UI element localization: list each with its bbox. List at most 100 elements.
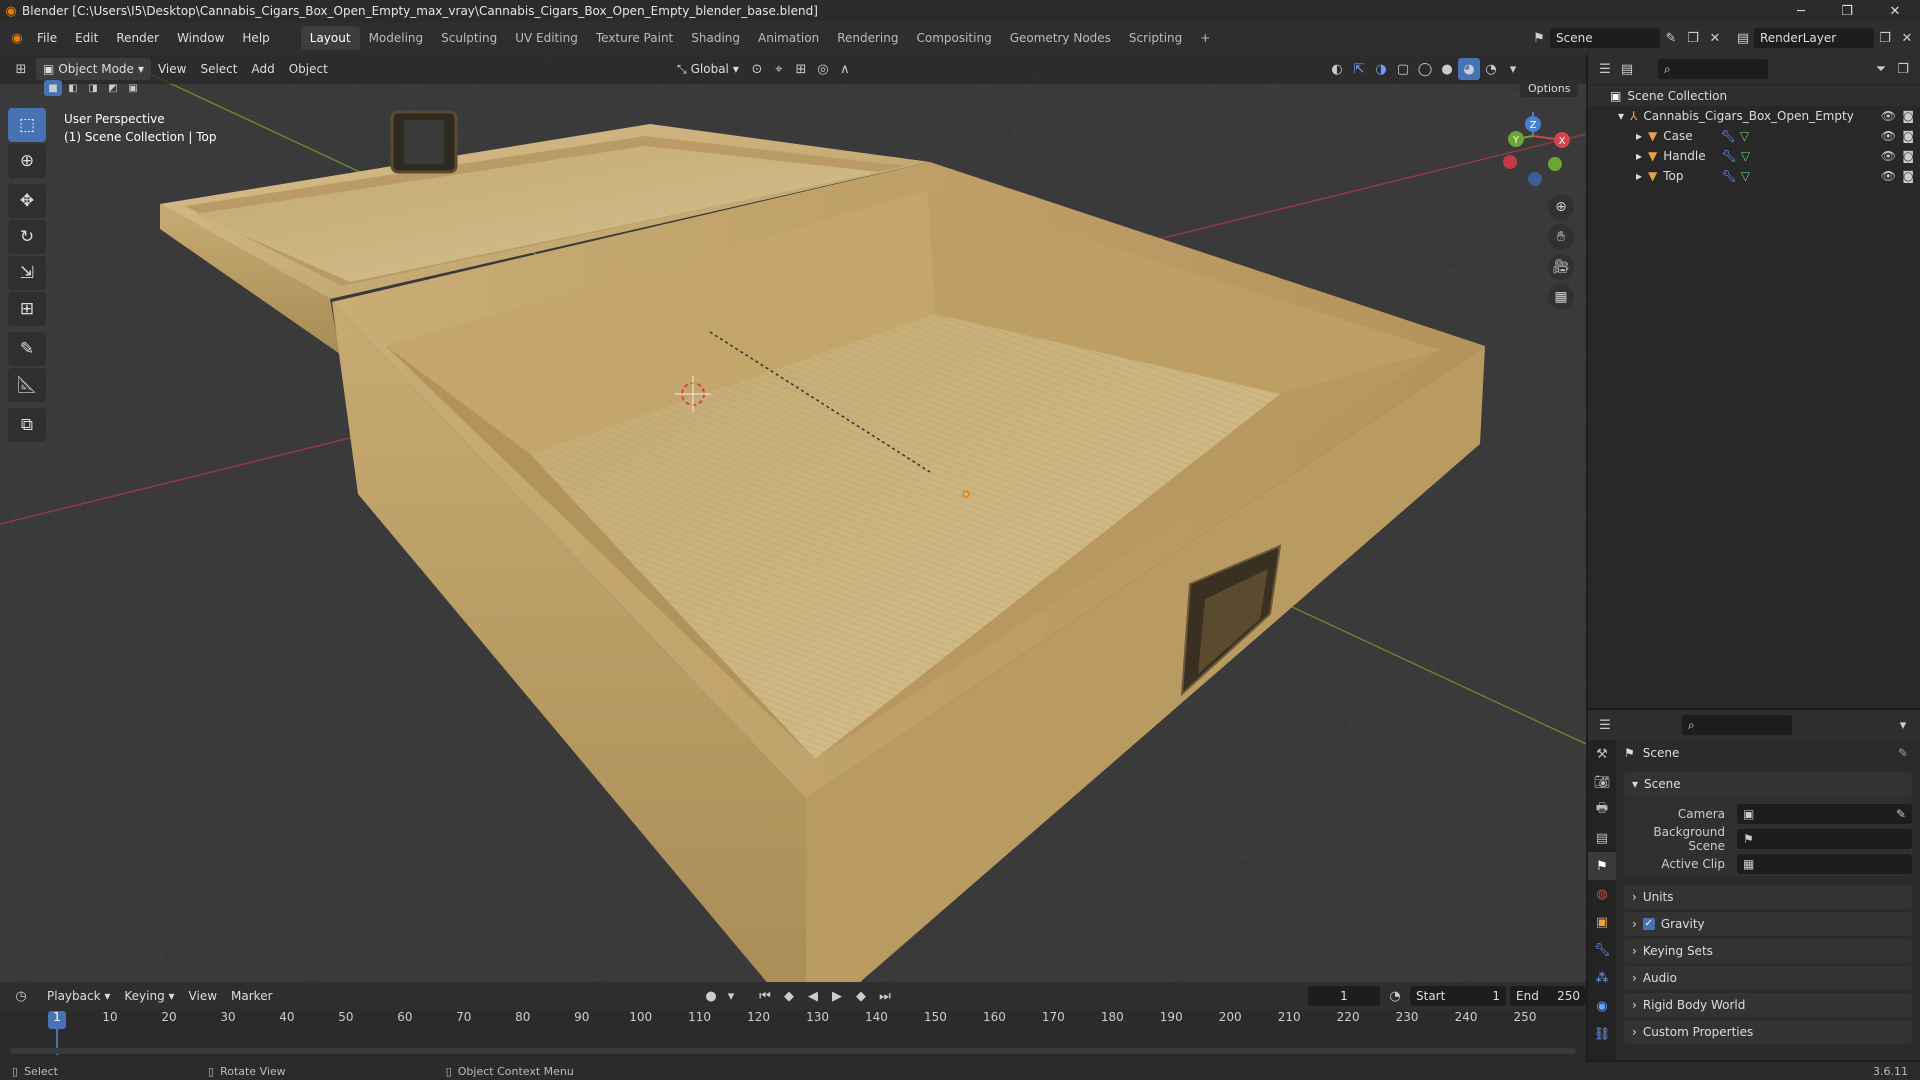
chevron-down-icon[interactable]: ▾ xyxy=(1892,714,1914,736)
start-frame-field[interactable]: Start 1 xyxy=(1410,986,1506,1006)
transform-orientation-dropdown[interactable]: ⤡ Global ▾ xyxy=(670,58,746,80)
scene-selector[interactable]: Scene xyxy=(1550,28,1660,48)
end-frame-field[interactable]: End 250 xyxy=(1510,986,1586,1006)
tab-geometry-nodes[interactable]: Geometry Nodes xyxy=(1001,26,1120,50)
outliner-object-case[interactable]: ▸ ▼ Case 🔧︎ ▽ 👁︎ ◙ xyxy=(1588,126,1920,146)
tab-shading[interactable]: Shading xyxy=(682,26,749,50)
camera-field[interactable]: ▣ ✎ xyxy=(1737,804,1912,824)
output-tab-icon[interactable]: 🖶︎ xyxy=(1588,796,1616,824)
menu-window[interactable]: Window xyxy=(168,27,233,49)
eye-icon[interactable]: 👁︎ xyxy=(1881,129,1896,143)
tab-layout[interactable]: Layout xyxy=(300,26,360,50)
material-shading-icon[interactable]: ◕ xyxy=(1458,58,1480,80)
transform-tool-icon[interactable]: ⊞ xyxy=(8,292,46,326)
outliner-editor-icon[interactable]: ☰ xyxy=(1594,58,1616,80)
overlay-toggle-icon[interactable]: ◑ xyxy=(1370,58,1392,80)
menu-render[interactable]: Render xyxy=(107,27,168,49)
viewport-menu-object[interactable]: Object xyxy=(282,58,335,80)
tool-tab-icon[interactable]: ⚒ xyxy=(1588,740,1616,768)
play-icon[interactable]: ▶ xyxy=(826,985,848,1007)
view-layer-icon[interactable]: ▤ xyxy=(1732,27,1754,49)
tab-scripting[interactable]: Scripting xyxy=(1120,26,1191,50)
active-clip-field[interactable]: ▦ xyxy=(1737,854,1912,874)
eye-icon[interactable]: 👁︎ xyxy=(1881,169,1896,183)
camera-icon[interactable]: ◙ xyxy=(1902,129,1914,143)
world-tab-icon[interactable]: ◍ xyxy=(1588,880,1616,908)
cursor-tool-icon[interactable]: ⊕ xyxy=(8,144,46,178)
ortho-grid-icon[interactable]: ▦ xyxy=(1548,284,1574,310)
menu-help[interactable]: Help xyxy=(233,27,278,49)
tab-uv-editing[interactable]: UV Editing xyxy=(506,26,587,50)
panel-keying-sets[interactable]: › Keying Sets xyxy=(1624,939,1912,963)
timeline-menu-view[interactable]: View xyxy=(182,985,224,1007)
pan-hand-icon[interactable]: ✋︎ xyxy=(1548,224,1574,250)
eye-icon[interactable]: 👁︎ xyxy=(1881,149,1896,163)
measure-tool-icon[interactable]: 📐︎ xyxy=(8,368,46,402)
camera-icon[interactable]: ◙ xyxy=(1902,109,1914,123)
timeline-menu-marker[interactable]: Marker xyxy=(224,985,279,1007)
xray-icon[interactable]: ▢ xyxy=(1392,58,1414,80)
outliner-collection[interactable]: ▾ ⅄ Cannabis_Cigars_Box_Open_Empty 👁︎ ◙ xyxy=(1588,106,1920,126)
object-tab-icon[interactable]: ▣ xyxy=(1588,908,1616,936)
panel-audio[interactable]: › Audio xyxy=(1624,966,1912,990)
viewport-menu-view[interactable]: View xyxy=(151,58,193,80)
object-mode-dropdown[interactable]: ▣ Object Mode ▾ xyxy=(36,58,151,80)
close-button[interactable]: ✕ xyxy=(1872,0,1918,22)
camera-icon[interactable]: ◙ xyxy=(1902,149,1914,163)
visibility-icon[interactable]: ◐ xyxy=(1326,58,1348,80)
prev-keyframe-icon[interactable]: ◆ xyxy=(778,985,800,1007)
outliner-search-input[interactable]: ⌕ xyxy=(1658,59,1768,79)
minimize-button[interactable]: ─ xyxy=(1778,0,1824,22)
zoom-icon[interactable]: ⊕ xyxy=(1548,194,1574,220)
solid-shading-icon[interactable]: ● xyxy=(1436,58,1458,80)
panel-rigid-body-world[interactable]: › Rigid Body World xyxy=(1624,993,1912,1017)
delete-scene-icon[interactable]: ✕ xyxy=(1704,27,1726,49)
record-icon[interactable]: ● xyxy=(700,985,722,1007)
snap-target-icon[interactable]: ⊞ xyxy=(790,58,812,80)
tab-compositing[interactable]: Compositing xyxy=(907,26,1000,50)
wireframe-shading-icon[interactable]: ◯ xyxy=(1414,58,1436,80)
play-reverse-icon[interactable]: ◀ xyxy=(802,985,824,1007)
tab-modeling[interactable]: Modeling xyxy=(360,26,433,50)
outliner-object-handle[interactable]: ▸ ▼ Handle 🔧︎ ▽ 👁︎ ◙ xyxy=(1588,146,1920,166)
modifier-tab-icon[interactable]: 🔧︎ xyxy=(1588,936,1616,964)
tab-sculpting[interactable]: Sculpting xyxy=(432,26,506,50)
blender-menu-icon[interactable]: ◉ xyxy=(6,27,28,49)
add-workspace-button[interactable]: + xyxy=(1191,26,1219,50)
new-scene-icon[interactable]: ❐ xyxy=(1682,27,1704,49)
panel-scene-header[interactable]: ▾ Scene xyxy=(1624,772,1912,796)
viewport-menu-select[interactable]: Select xyxy=(193,58,244,80)
new-view-layer-icon[interactable]: ❐ xyxy=(1874,27,1896,49)
menu-edit[interactable]: Edit xyxy=(66,27,107,49)
timeline-menu-keying[interactable]: Keying ▾ xyxy=(117,985,181,1007)
pin-icon[interactable]: ✎ xyxy=(1660,27,1682,49)
select-intersect-icon[interactable]: ▣ xyxy=(124,80,142,96)
new-collection-icon[interactable]: ❐ xyxy=(1892,58,1914,80)
rotate-tool-icon[interactable]: ↻ xyxy=(8,220,46,254)
falloff-icon[interactable]: ∧ xyxy=(834,58,856,80)
view-layer-tab-icon[interactable]: ▤ xyxy=(1588,824,1616,852)
render-tab-icon[interactable]: 📷︎ xyxy=(1588,768,1616,796)
tab-texture-paint[interactable]: Texture Paint xyxy=(587,26,682,50)
panel-units[interactable]: › Units xyxy=(1624,885,1912,909)
properties-editor-icon[interactable]: ☰ xyxy=(1594,714,1616,736)
pivot-icon[interactable]: ⊙ xyxy=(746,58,768,80)
select-extend-icon[interactable]: ◧ xyxy=(64,80,82,96)
timeline-editor-icon[interactable]: ◷ xyxy=(10,985,32,1007)
rendered-shading-icon[interactable]: ◔ xyxy=(1480,58,1502,80)
maximize-button[interactable]: ❐ xyxy=(1824,0,1870,22)
outliner-scene-collection[interactable]: ▣ Scene Collection xyxy=(1588,86,1920,106)
gizmo-toggle-icon[interactable]: ⇱ xyxy=(1348,58,1370,80)
jump-start-icon[interactable]: ⏮ xyxy=(754,985,776,1007)
annotate-tool-icon[interactable]: ✎ xyxy=(8,332,46,366)
camera-view-icon[interactable]: 🎥︎ xyxy=(1548,254,1574,280)
select-subtract-icon[interactable]: ◨ xyxy=(84,80,102,96)
shading-options-icon[interactable]: ▾ xyxy=(1502,58,1524,80)
timeline-menu-playback[interactable]: Playback ▾ xyxy=(40,985,117,1007)
gravity-checkbox[interactable]: ✓ xyxy=(1642,918,1655,930)
viewport-menu-add[interactable]: Add xyxy=(244,58,281,80)
particles-tab-icon[interactable]: ⁂ xyxy=(1588,964,1616,992)
jump-end-icon[interactable]: ⏭ xyxy=(874,985,896,1007)
view-layer-selector[interactable]: RenderLayer xyxy=(1754,28,1874,48)
scale-tool-icon[interactable]: ⇲ xyxy=(8,256,46,290)
